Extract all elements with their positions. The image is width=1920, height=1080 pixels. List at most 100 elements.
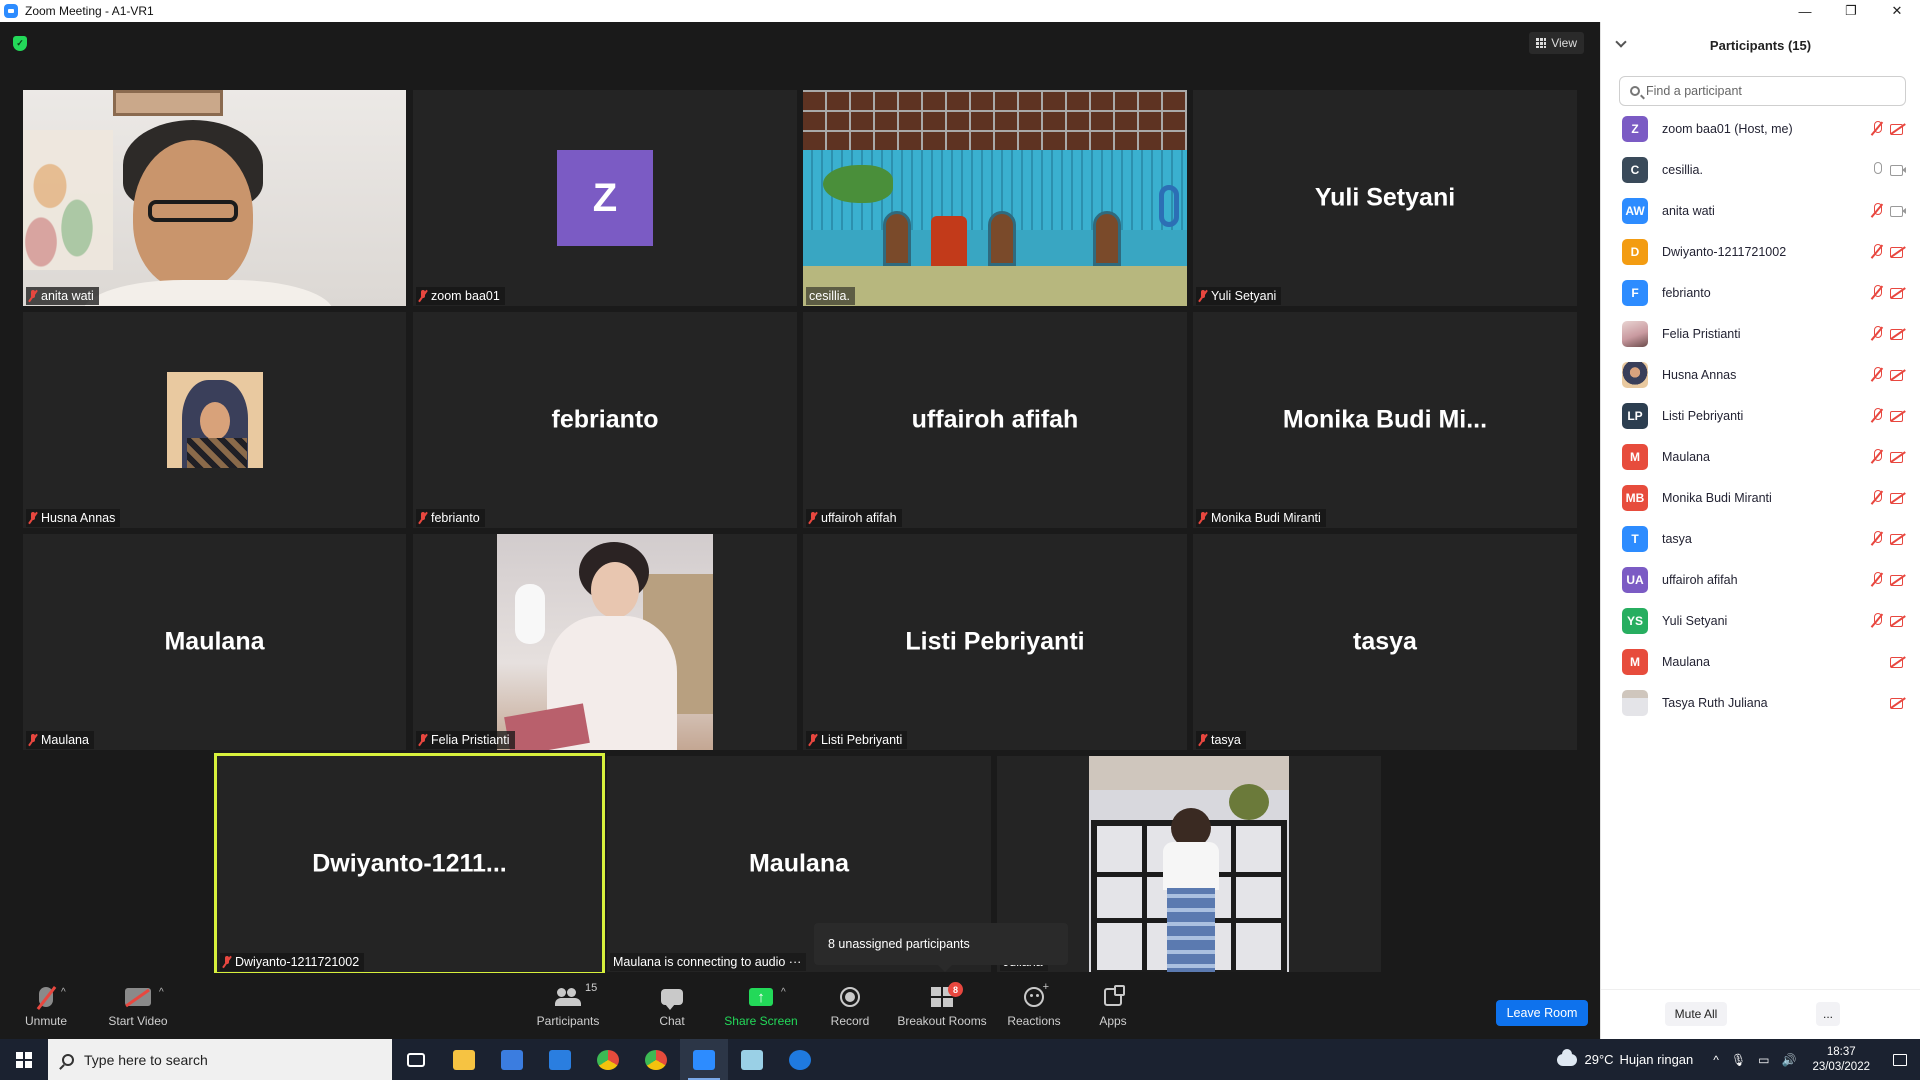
- mic-muted-icon[interactable]: [1870, 408, 1884, 423]
- participant-row[interactable]: Ccesillia.: [1601, 149, 1920, 190]
- participant-row[interactable]: M Maulana: [1601, 436, 1920, 477]
- notification-center-button[interactable]: [1880, 1053, 1920, 1066]
- participant-row[interactable]: Tasya Ruth Juliana: [1601, 682, 1920, 723]
- taskbar-app[interactable]: [392, 1039, 440, 1080]
- taskbar-app[interactable]: [728, 1039, 776, 1080]
- taskbar-app[interactable]: [488, 1039, 536, 1080]
- mic-muted-icon[interactable]: [1870, 285, 1884, 300]
- participant-row[interactable]: AW anita wati: [1601, 190, 1920, 231]
- apps-button[interactable]: Apps: [1096, 973, 1130, 1039]
- minimize-button[interactable]: —: [1782, 0, 1828, 22]
- start-button[interactable]: [0, 1039, 48, 1080]
- mic-muted-icon[interactable]: [1870, 449, 1884, 464]
- video-off-icon: [1890, 327, 1906, 340]
- participant-search-input[interactable]: [1646, 84, 1886, 98]
- security-shield-icon[interactable]: ✓: [13, 36, 27, 51]
- show-hidden-icons-icon[interactable]: ^: [1713, 1053, 1719, 1067]
- network-icon[interactable]: ▭: [1758, 1053, 1769, 1067]
- participants-label: Participants: [536, 1014, 600, 1028]
- mic-icon[interactable]: [1870, 162, 1884, 177]
- record-button[interactable]: Record: [826, 973, 874, 1039]
- start-video-button[interactable]: ^ Start Video: [106, 973, 170, 1039]
- taskbar-app[interactable]: [680, 1039, 728, 1080]
- collapse-chevron-icon[interactable]: [1615, 36, 1627, 48]
- unmute-button[interactable]: ^ Unmute: [22, 973, 70, 1039]
- video-tile-yuli-setyani[interactable]: Yuli Setyani Yuli Setyani: [1193, 90, 1577, 306]
- breakout-badge: 8: [948, 982, 963, 997]
- participants-button[interactable]: 15 Participants: [530, 973, 606, 1039]
- participant-row[interactable]: MB Monika Budi Miranti: [1601, 477, 1920, 518]
- video-tile-husna-annas[interactable]: Husna Annas: [23, 312, 406, 528]
- search-icon: [1630, 86, 1640, 96]
- video-tile-monika-budi-miranti[interactable]: Monika Budi Mi... Monika Budi Miranti: [1193, 312, 1577, 528]
- participant-avatar: Z: [557, 150, 653, 246]
- video-tile-dwiyanto[interactable]: Dwiyanto-1211... Dwiyanto-1211721002: [214, 753, 605, 975]
- participant-avatar: T: [1622, 525, 1648, 552]
- share-options-caret[interactable]: ^: [781, 987, 786, 998]
- video-tile-tasya[interactable]: tasya tasya: [1193, 534, 1577, 750]
- video-tile-uffairoh-afifah[interactable]: uffairoh afifah uffairoh afifah: [803, 312, 1187, 528]
- tile-display-name: tasya: [1353, 627, 1417, 656]
- close-button[interactable]: ✕: [1874, 0, 1920, 22]
- audio-options-caret[interactable]: ^: [61, 987, 66, 998]
- mic-muted-icon[interactable]: [1870, 326, 1884, 341]
- participant-row[interactable]: D Dwiyanto-1211721002: [1601, 231, 1920, 272]
- volume-icon[interactable]: 🔊: [1781, 1053, 1796, 1067]
- participant-row[interactable]: YS Yuli Setyani: [1601, 600, 1920, 641]
- participant-row[interactable]: M Maulana: [1601, 641, 1920, 682]
- mic-muted-icon[interactable]: [1870, 490, 1884, 505]
- mic-muted-icon[interactable]: [1870, 121, 1884, 136]
- taskbar-app[interactable]: [632, 1039, 680, 1080]
- participant-row[interactable]: Felia Pristianti: [1601, 313, 1920, 354]
- participant-row[interactable]: Husna Annas: [1601, 354, 1920, 395]
- chat-button[interactable]: Chat: [652, 973, 692, 1039]
- mic-muted-icon[interactable]: [1870, 613, 1884, 628]
- tile-name-label: anita wati: [26, 287, 99, 305]
- breakout-rooms-icon: 8: [931, 982, 963, 1007]
- participant-row[interactable]: Zzoom baa01 (Host, me): [1601, 108, 1920, 149]
- mic-muted-icon[interactable]: [1870, 572, 1884, 587]
- taskbar-app[interactable]: [536, 1039, 584, 1080]
- video-tile-felia-pristianti[interactable]: Felia Pristianti: [413, 534, 797, 750]
- mic-muted-icon[interactable]: [1870, 531, 1884, 546]
- mic-muted-icon[interactable]: [1870, 244, 1884, 259]
- participant-search[interactable]: [1619, 76, 1906, 106]
- participant-row[interactable]: Ttasya: [1601, 518, 1920, 559]
- microphone-tray-icon[interactable]: 🎙: [1731, 1053, 1746, 1067]
- video-tile-febrianto[interactable]: febrianto febrianto: [413, 312, 797, 528]
- taskbar-app[interactable]: [584, 1039, 632, 1080]
- mic-muted-icon[interactable]: [1870, 203, 1884, 218]
- taskbar-app[interactable]: [440, 1039, 488, 1080]
- leave-room-button[interactable]: Leave Room: [1496, 1000, 1588, 1026]
- weather-text[interactable]: Hujan ringan: [1620, 1052, 1694, 1067]
- mute-all-button[interactable]: Mute All: [1665, 1002, 1727, 1026]
- view-button[interactable]: View: [1529, 32, 1584, 54]
- clock[interactable]: 18:37 23/03/2022: [1812, 1045, 1870, 1075]
- video-tile-cesillia[interactable]: cesillia.: [803, 90, 1187, 306]
- more-options-button[interactable]: ...: [1816, 1002, 1840, 1026]
- participant-status-icons: [1870, 367, 1906, 382]
- participant-row[interactable]: UA uffairoh afifah: [1601, 559, 1920, 600]
- unmute-label: Unmute: [24, 1014, 68, 1028]
- tile-name-label: cesillia.: [806, 287, 855, 305]
- mic-muted-icon[interactable]: [1870, 367, 1884, 382]
- task-view-icon: [407, 1052, 425, 1067]
- participant-status-icons: [1870, 572, 1906, 587]
- breakout-rooms-button[interactable]: 8 Breakout Rooms: [896, 973, 988, 1039]
- share-screen-button[interactable]: ↑ ^ Share Screen: [724, 973, 798, 1039]
- participant-name: Maulana: [1662, 654, 1710, 669]
- video-tile-maulana[interactable]: Maulana Maulana: [23, 534, 406, 750]
- video-options-caret[interactable]: ^: [159, 987, 164, 998]
- maximize-button[interactable]: ❐: [1828, 0, 1874, 22]
- weather-temp[interactable]: 29°C: [1585, 1052, 1614, 1067]
- video-tile-listi-pebriyanti[interactable]: Listi Pebriyanti Listi Pebriyanti: [803, 534, 1187, 750]
- video-off-icon: [1890, 245, 1906, 258]
- video-tile-zoom-baa01[interactable]: Z zoom baa01: [413, 90, 797, 306]
- panel-footer: Mute All ...: [1601, 989, 1920, 1039]
- participant-row[interactable]: Ffebrianto: [1601, 272, 1920, 313]
- taskbar-search[interactable]: Type here to search: [48, 1039, 392, 1080]
- video-tile-anita-wati[interactable]: anita wati: [23, 90, 406, 306]
- taskbar-app[interactable]: [776, 1039, 824, 1080]
- participant-row[interactable]: LP Listi Pebriyanti: [1601, 395, 1920, 436]
- reactions-button[interactable]: Reactions: [1006, 973, 1062, 1039]
